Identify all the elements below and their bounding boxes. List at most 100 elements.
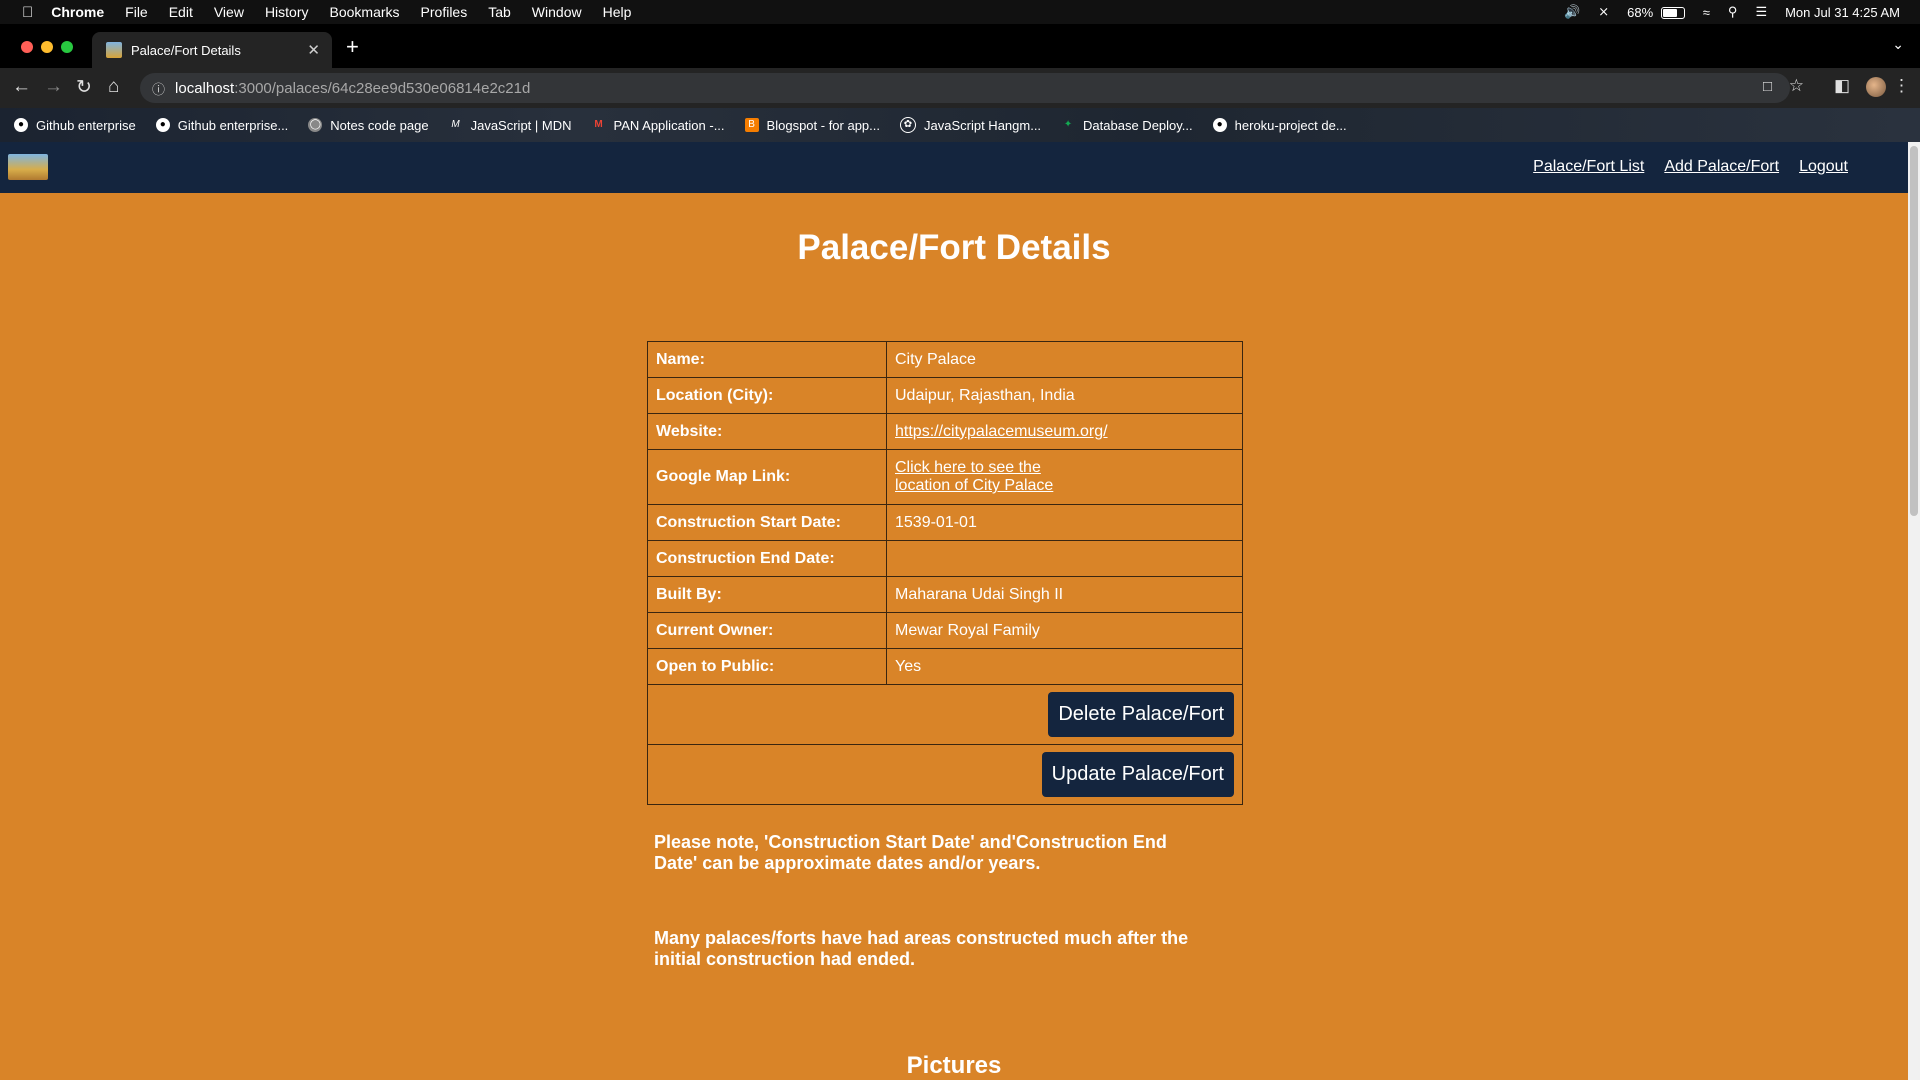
back-arrow-icon[interactable]: ← [12, 76, 31, 98]
name-value: City Palace [886, 341, 1243, 378]
table-row: Google Map Link: Click here to see the lo… [647, 449, 1243, 505]
github-icon: ● [14, 118, 28, 132]
current-owner-value: Mewar Royal Family [886, 612, 1243, 649]
reload-icon[interactable]: ↻ [76, 76, 92, 99]
mdn-icon: M [451, 119, 460, 130]
wifi-icon[interactable]: ≈ [1703, 5, 1710, 20]
window-close-button[interactable] [21, 41, 33, 53]
bookmark-database-deploy[interactable]: ✦ Database Deploy... [1061, 118, 1193, 133]
bookmark-label: heroku-project de... [1234, 117, 1347, 133]
built-by-value: Maharana Udai Singh II [886, 576, 1243, 613]
globe-icon: ◯ [308, 118, 323, 132]
menu-history[interactable]: History [265, 4, 309, 20]
construction-areas-note: Many palaces/forts have had areas constr… [654, 928, 1189, 969]
control-center-icon[interactable]: ☰ [1755, 4, 1767, 20]
delete-palace-fort-button[interactable]: Delete Palace/Fort [1048, 692, 1234, 737]
google-map-link-line1: Click here to see the [895, 459, 1041, 476]
more-menu-icon[interactable]: ⋮ [1893, 76, 1910, 96]
bookmark-javascript-hangman[interactable]: ✿ JavaScript Hangm... [900, 117, 1041, 133]
address-url[interactable]: localhost:3000/palaces/64c28ee9d530e0681… [175, 80, 530, 97]
nav-link-palace-fort-list[interactable]: Palace/Fort List [1533, 158, 1644, 176]
browser-tab-active[interactable]: Palace/Fort Details ✕ [92, 32, 332, 68]
bookmark-label: JavaScript Hangm... [924, 117, 1042, 133]
table-row: Name: City Palace [647, 341, 1243, 378]
address-bar[interactable]: ⓘ localhost:3000/palaces/64c28ee9d530e06… [140, 73, 1790, 103]
tab-favicon-icon [106, 42, 122, 58]
github-icon: ● [155, 118, 170, 132]
battery-status[interactable]: 68% [1627, 5, 1685, 20]
blogger-icon: B [744, 118, 759, 132]
bookmark-github-enterprise-2[interactable]: ● Github enterprise... [155, 117, 289, 133]
tab-search-chevron-icon[interactable]: ⌄ [1892, 36, 1904, 53]
menu-tab[interactable]: Tab [488, 4, 511, 20]
site-info-icon[interactable]: ⓘ [152, 79, 165, 98]
bookmark-github-enterprise[interactable]: ● Github enterprise [14, 118, 136, 133]
website-link[interactable]: https://citypalacemuseum.org/ [895, 423, 1108, 440]
menu-app-chrome[interactable]: Chrome [51, 4, 104, 20]
apple-icon[interactable]:  [22, 4, 33, 21]
bookmark-javascript-mdn[interactable]: M JavaScript | MDN [449, 117, 572, 133]
table-row: Built By: Maharana Udai Singh II [647, 576, 1243, 613]
construction-start-value: 1539-01-01 [886, 504, 1243, 541]
new-tab-plus-icon[interactable]: + [346, 34, 359, 60]
window-minimize-button[interactable] [41, 41, 53, 53]
profile-avatar[interactable] [1866, 77, 1886, 97]
construction-date-note: Please note, 'Construction Start Date' a… [654, 832, 1167, 873]
update-row: Update Palace/Fort [647, 744, 1243, 805]
page-scrollbar-thumb[interactable] [1910, 146, 1918, 516]
battery-icon [1660, 7, 1685, 20]
google-map-link-line2: location of City Palace [895, 477, 1054, 494]
bookmark-label: Database Deploy... [1083, 117, 1193, 133]
menu-window[interactable]: Window [532, 4, 582, 20]
home-icon[interactable]: ⌂ [108, 76, 119, 98]
current-owner-label: Current Owner: [647, 612, 887, 649]
url-host: localhost [175, 79, 235, 97]
bookmark-label: Github enterprise... [177, 117, 289, 133]
construction-end-value [886, 540, 1243, 577]
battery-percent: 68% [1627, 4, 1654, 20]
tab-close-icon[interactable]: ✕ [307, 41, 320, 59]
construction-start-label: Construction Start Date: [647, 504, 887, 541]
site-logo[interactable] [8, 154, 48, 180]
chatgpt-icon: ✿ [900, 117, 916, 133]
bluetooth-icon[interactable]: ⨯ [1598, 4, 1609, 20]
menu-view[interactable]: View [214, 4, 244, 20]
bookmark-star-icon[interactable]: ☆ [1789, 76, 1804, 96]
table-row: Location (City): Udaipur, Rajasthan, Ind… [647, 377, 1243, 414]
bookmark-label: Notes code page [330, 117, 429, 133]
menu-edit[interactable]: Edit [169, 4, 193, 20]
gmail-icon: M [594, 119, 603, 130]
pictures-heading: Pictures [906, 1052, 1002, 1079]
menu-bookmarks[interactable]: Bookmarks [330, 4, 400, 20]
browser-toolbar: ← → ↻ ⌂ ⓘ localhost:3000/palaces/64c28ee… [0, 68, 1920, 108]
bookmark-notes-code-page[interactable]: ◯ Notes code page [308, 117, 429, 133]
forward-arrow-icon[interactable]: → [44, 76, 63, 98]
table-row: Website: https://citypalacemuseum.org/ [647, 413, 1243, 450]
location-value: Udaipur, Rajasthan, India [886, 377, 1243, 414]
bookmark-blogspot[interactable]: B Blogspot - for app... [744, 118, 880, 133]
bookmark-pan-application[interactable]: M PAN Application -... [592, 117, 725, 133]
update-palace-fort-button[interactable]: Update Palace/Fort [1041, 752, 1234, 797]
bookmark-heroku-project[interactable]: ● heroku-project de... [1212, 117, 1347, 133]
url-path: :3000/palaces/64c28ee9d530e06814e2c21d [234, 79, 531, 97]
bookmark-label: JavaScript | MDN [470, 117, 572, 133]
nav-link-logout[interactable]: Logout [1799, 158, 1848, 176]
update-cell: Update Palace/Fort [647, 744, 1243, 805]
side-panel-icon[interactable]: ◧ [1834, 76, 1850, 96]
menu-file[interactable]: File [125, 4, 148, 20]
nav-link-add-palace-fort[interactable]: Add Palace/Fort [1664, 158, 1779, 176]
mongodb-icon: ✦ [1063, 119, 1073, 130]
volume-icon[interactable]: 🔊 [1564, 4, 1580, 20]
bookmark-label: PAN Application -... [613, 117, 725, 133]
menubar-clock[interactable]: Mon Jul 31 4:25 AM [1785, 5, 1900, 20]
location-label: Location (City): [647, 377, 887, 414]
page-title: Palace/Fort Details [797, 228, 1111, 267]
website-cell: https://citypalacemuseum.org/ [886, 413, 1243, 450]
share-icon[interactable]: □ [1763, 78, 1772, 95]
menu-profiles[interactable]: Profiles [421, 4, 468, 20]
spotlight-search-icon[interactable]: ⚲ [1728, 4, 1738, 20]
window-zoom-button[interactable] [61, 41, 73, 53]
google-map-link[interactable]: Click here to see the location of City Pa… [895, 459, 1053, 494]
google-map-label: Google Map Link: [647, 449, 887, 505]
menu-help[interactable]: Help [603, 4, 632, 20]
